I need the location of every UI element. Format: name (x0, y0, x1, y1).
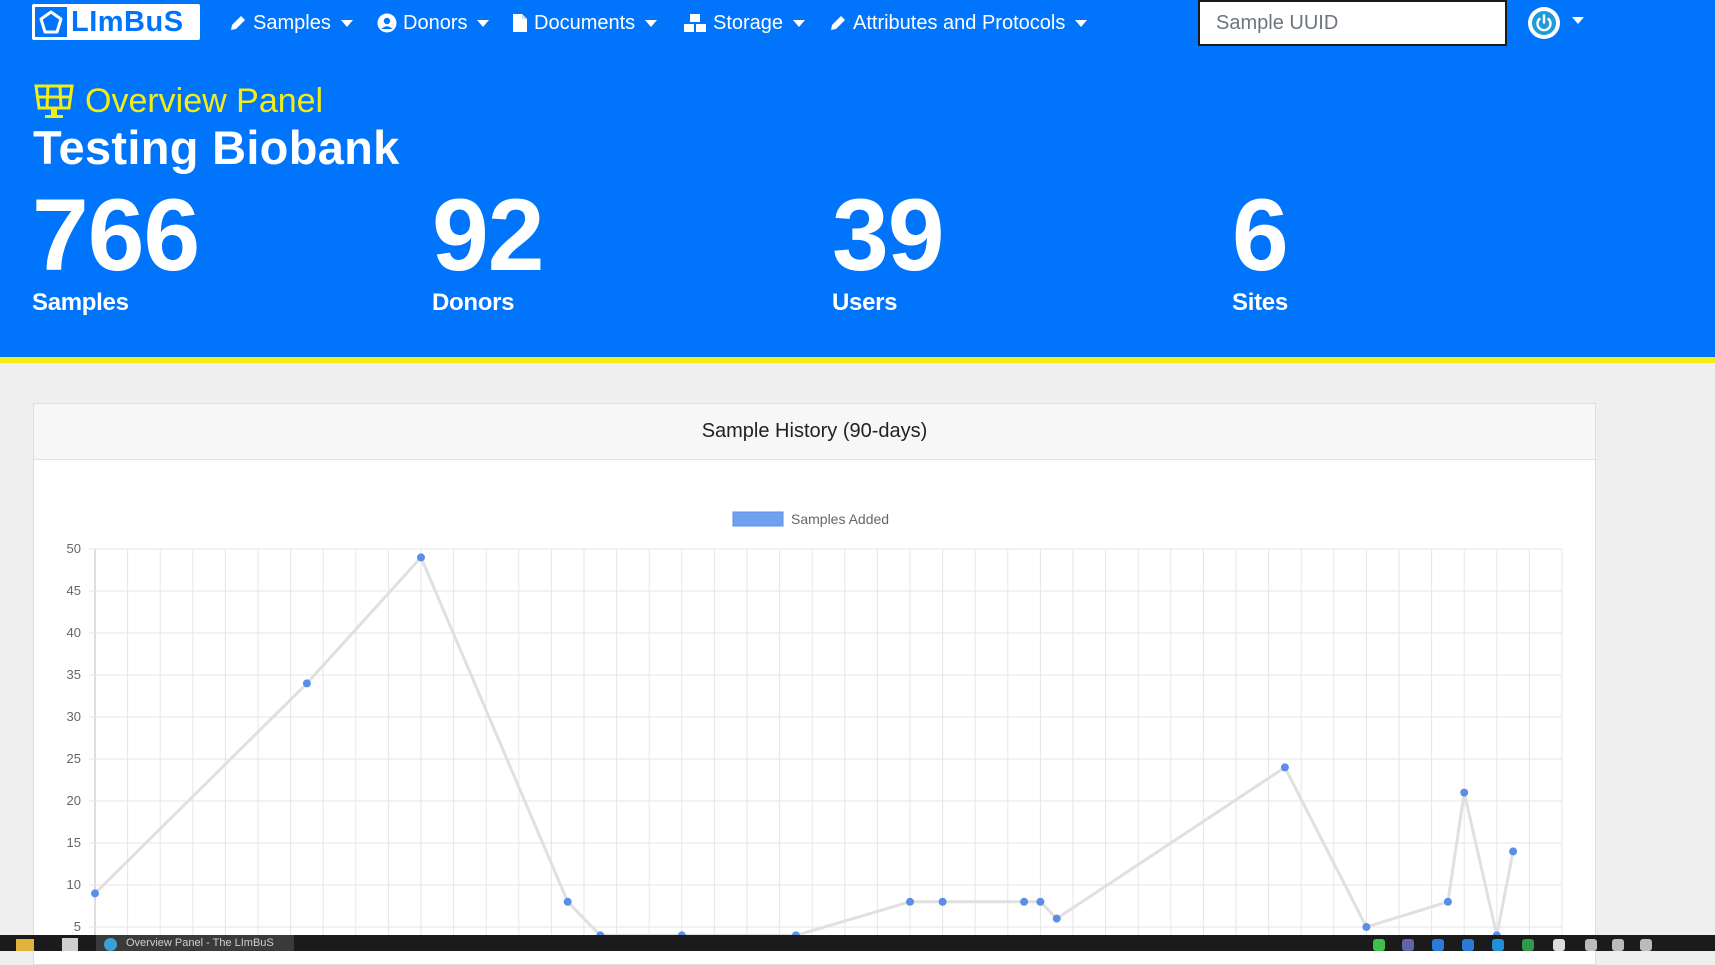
teams-icon[interactable] (1402, 939, 1414, 951)
data-point (1460, 788, 1469, 797)
tray-icon[interactable] (1522, 939, 1534, 951)
biobank-name: Testing Biobank (33, 121, 400, 174)
stat-samples: 766 Samples (32, 178, 200, 317)
stat-sites-value: 6 (1232, 178, 1289, 292)
data-point (1443, 897, 1452, 906)
data-point (1036, 897, 1045, 906)
y-tick-label: 40 (67, 625, 81, 640)
volume-icon[interactable] (1640, 939, 1652, 951)
chevron-down-icon (793, 19, 806, 27)
stat-sites-label: Sites (1232, 289, 1288, 316)
y-tick-label: 20 (67, 793, 81, 808)
sample-uuid-search-input[interactable] (1198, 0, 1507, 46)
pencil-icon (229, 14, 247, 32)
nav-donors-dropdown[interactable]: Donors (377, 8, 490, 38)
tray-icon[interactable] (1462, 939, 1474, 951)
data-point (1509, 847, 1518, 856)
data-point (302, 679, 311, 688)
y-tick-label: 5 (74, 919, 81, 934)
file-icon (512, 13, 528, 33)
overview-panel-label: Overview Panel (85, 82, 324, 120)
series-line-samples-added (93, 555, 1515, 936)
chevron-down-icon (340, 19, 353, 27)
folder-icon[interactable] (16, 939, 34, 951)
nav-attributes-protocols-dropdown[interactable]: Attributes and Protocols (829, 8, 1088, 38)
browser-icon (104, 938, 117, 951)
stat-users: 39 Users (832, 178, 944, 317)
stat-donors-label: Donors (432, 289, 515, 316)
data-point (906, 897, 914, 906)
data-point (1362, 923, 1371, 931)
boxes-icon (683, 13, 707, 33)
y-tick-label: 25 (67, 751, 81, 766)
legend-label: Samples Added (791, 511, 889, 527)
user-menu-chevron-icon[interactable] (1572, 17, 1584, 24)
logo-icon (35, 7, 67, 37)
taskbar-browser-window[interactable]: Overview Panel - The LImBuS (96, 935, 294, 951)
tray-icon[interactable] (1373, 939, 1385, 951)
y-tick-label: 45 (67, 583, 81, 598)
navbar: LImBuS Samples Donors Documents Storage … (0, 0, 1715, 46)
user-circle-icon (377, 13, 397, 33)
power-icon (1532, 11, 1556, 35)
tray-icon[interactable] (1553, 939, 1565, 951)
data-point (91, 889, 99, 898)
data-point (938, 897, 947, 906)
os-taskbar: Overview Panel - The LImBuS (0, 935, 1715, 951)
y-tick-label: 35 (67, 667, 81, 682)
data-point (1052, 914, 1061, 923)
brand-logo[interactable]: LImBuS (32, 4, 200, 40)
solar-panel-icon (33, 84, 75, 120)
overview-panel-title: Overview Panel (33, 82, 323, 121)
sample-history-chart: 5 10 15 20 25 30 35 40 45 50 Samples Added (67, 511, 1563, 936)
stat-samples-value: 766 (32, 178, 200, 292)
y-tick-label: 30 (67, 709, 81, 724)
data-point (417, 553, 425, 562)
nav-samples-dropdown[interactable]: Samples (229, 8, 353, 38)
network-icon[interactable] (1585, 939, 1597, 951)
stat-samples-label: Samples (32, 289, 129, 316)
stat-users-value: 39 (832, 178, 944, 292)
nav-attributes-protocols-label: Attributes and Protocols (853, 11, 1066, 34)
data-point (1020, 897, 1029, 906)
stat-users-label: Users (832, 289, 898, 316)
store-icon[interactable] (62, 938, 78, 951)
nav-storage-dropdown[interactable]: Storage (683, 8, 806, 38)
sample-history-card: Sample History (90-days) 5 10 15 20 25 30 35 40… (33, 403, 1596, 965)
nav-donors-label: Donors (403, 11, 468, 34)
stat-donors-value: 92 (432, 178, 544, 292)
y-tick-label: 50 (67, 541, 81, 556)
nav-storage-label: Storage (713, 11, 784, 34)
nav-documents-dropdown[interactable]: Documents (512, 8, 658, 38)
nav-documents-label: Documents (534, 11, 636, 34)
tray-icon[interactable] (1492, 939, 1504, 951)
stat-sites: 6 Sites (1232, 178, 1289, 317)
y-tick-label: 10 (67, 877, 81, 892)
chevron-down-icon (477, 19, 490, 27)
data-point (1280, 763, 1289, 772)
y-tick-label: 15 (67, 835, 81, 850)
brand-name: LImBuS (71, 6, 184, 38)
pencil-icon (829, 14, 847, 32)
user-menu-button[interactable] (1528, 7, 1560, 39)
nav-samples-label: Samples (253, 11, 331, 34)
data-point (563, 897, 572, 906)
chevron-down-icon (1075, 19, 1088, 27)
stat-donors: 92 Donors (432, 178, 544, 317)
chevron-down-icon (645, 19, 658, 27)
legend-swatch (732, 511, 784, 527)
tray-icon[interactable] (1432, 939, 1444, 951)
hero-banner: LImBuS Samples Donors Documents Storage … (0, 0, 1715, 363)
display-icon[interactable] (1612, 939, 1624, 951)
